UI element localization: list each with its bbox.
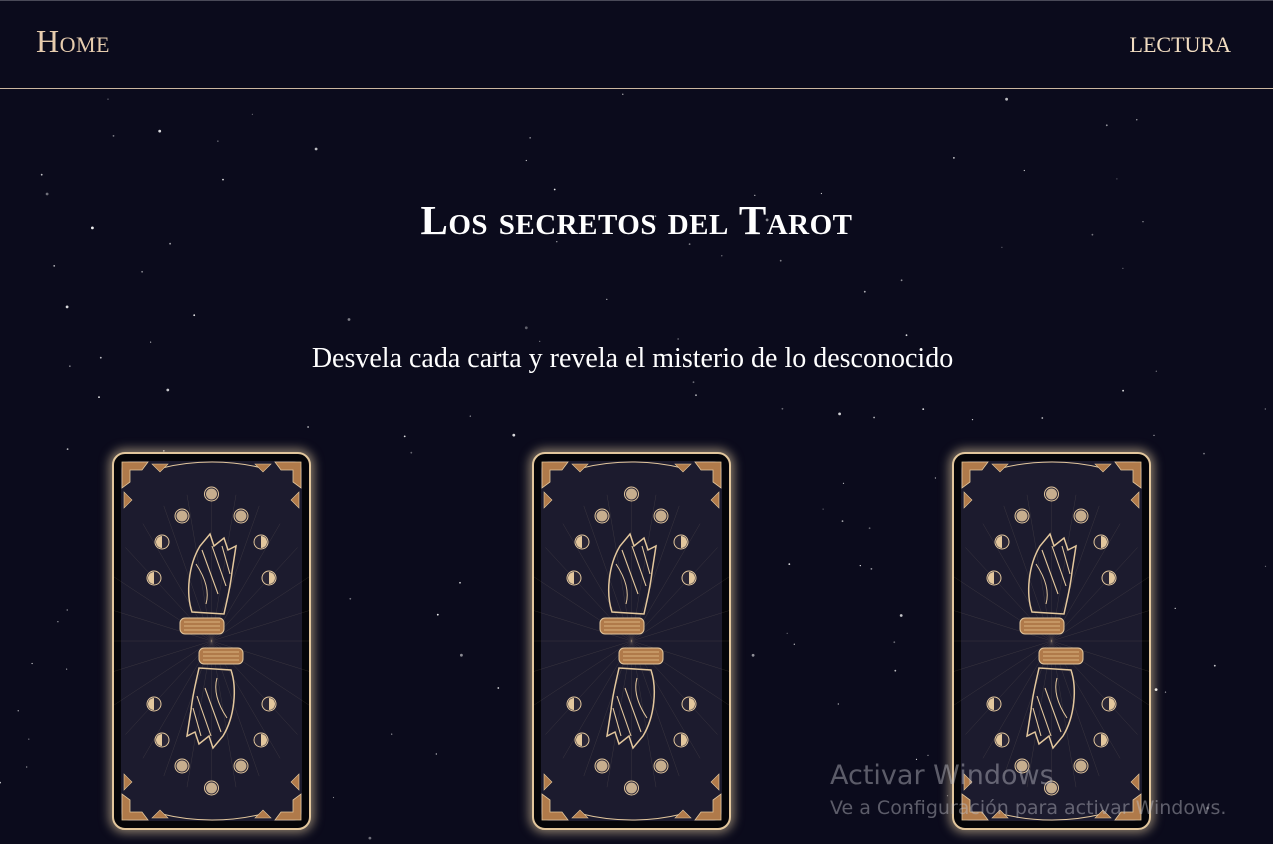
watermark-title: Activar Windows (830, 760, 1054, 791)
page-subtitle: Desvela cada carta y revela el misterio … (311, 343, 954, 374)
tarot-card-back-art (534, 461, 729, 821)
windows-activation-watermark: Activar Windows Ve a Configuración para … (830, 760, 1226, 819)
nav-lectura-link[interactable]: LECTURA (1130, 32, 1231, 58)
tarot-card-back-art (114, 461, 309, 821)
tarot-card-1[interactable] (112, 452, 311, 830)
watermark-subtitle: Ve a Configuración para activar Windows. (830, 797, 1227, 819)
tarot-card-2[interactable] (532, 452, 731, 830)
page-title: Los secretos del Tarot (420, 197, 853, 243)
navbar: Home LECTURA (0, 1, 1273, 89)
nav-home-link[interactable]: Home (36, 23, 110, 60)
